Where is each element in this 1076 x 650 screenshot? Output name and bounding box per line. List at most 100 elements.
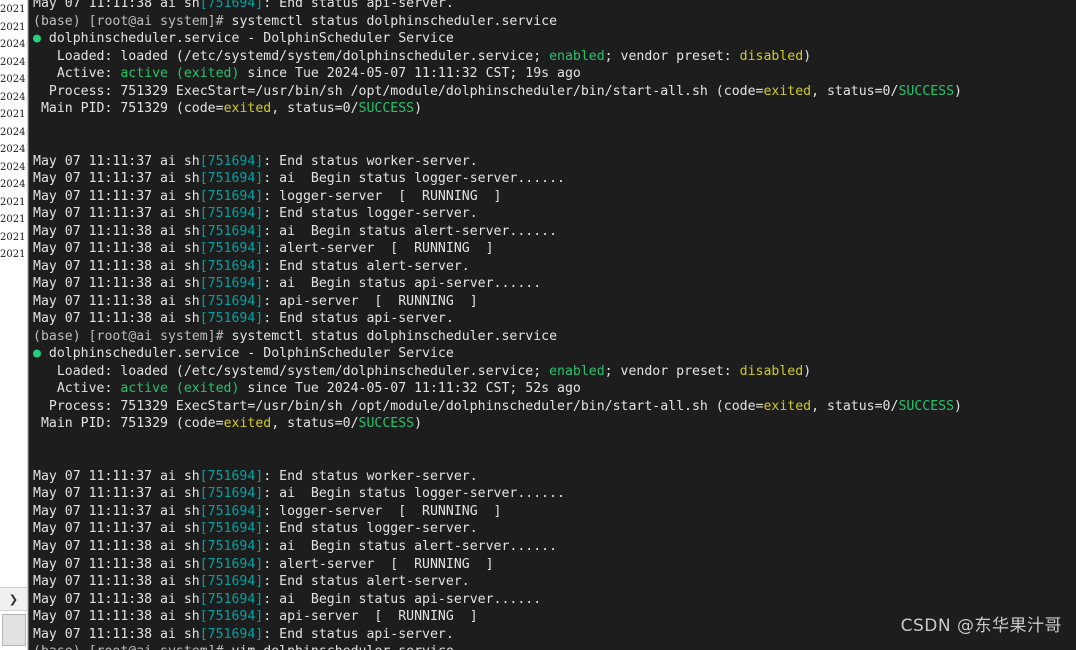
close-paren: )	[954, 398, 962, 414]
year-marker: 2021	[0, 231, 26, 243]
unit-description: dolphinscheduler.service - DolphinSchedu…	[48, 31, 454, 47]
active-state: active (exited)	[120, 66, 240, 82]
log-timestamp: May 07 11:11:37 ai sh	[33, 206, 200, 222]
field-value: 751329 ExecStart=/usr/bin/sh /opt/module…	[120, 83, 764, 99]
log-pid: [751694]	[199, 468, 264, 484]
log-message: : logger-server [ RUNNING ]	[263, 188, 502, 204]
log-timestamp: May 07 11:11:37 ai sh	[33, 503, 200, 519]
status-dot-icon: ●	[33, 346, 49, 362]
enabled-state: enabled	[549, 363, 605, 379]
log-timestamp: May 07 11:11:38 ai sh	[33, 538, 200, 554]
log-message: : ai Begin status alert-server......	[263, 223, 558, 239]
systemd-loaded-line: Loaded: loaded (/etc/systemd/system/dolp…	[33, 48, 1076, 66]
log-message: : ai Begin status logger-server......	[263, 486, 565, 502]
status-label: , status=0/	[271, 101, 359, 117]
systemd-loaded-line: Loaded: loaded (/etc/systemd/system/dolp…	[33, 363, 1076, 381]
exit-status-success: SUCCESS	[898, 398, 955, 414]
systemd-mainpid-line: Main PID: 751329 (code=exited, status=0/…	[33, 415, 1076, 433]
active-label: Active:	[33, 66, 121, 82]
log-message: : logger-server [ RUNNING ]	[263, 503, 502, 519]
year-marker: 2024	[0, 39, 26, 51]
systemd-active-line: Active: active (exited) since Tue 2024-0…	[33, 380, 1076, 398]
log-message: : End status api-server.	[263, 0, 454, 11]
log-timestamp: May 07 11:11:38 ai sh	[33, 293, 200, 309]
log-timestamp: May 07 11:11:38 ai sh	[33, 609, 200, 625]
terminal-command-line: (base) [root@ai system]# vim dolphinsche…	[33, 643, 1076, 650]
log-pid: [751694]	[199, 276, 264, 292]
log-pid: [751694]	[199, 609, 264, 625]
log-timestamp: May 07 11:11:38 ai sh	[33, 574, 200, 590]
log-timestamp: May 07 11:11:37 ai sh	[33, 521, 200, 537]
systemd-process-line: Process: 751329 ExecStart=/usr/bin/sh /o…	[33, 398, 1076, 416]
loaded-close-paren: )	[803, 48, 812, 64]
log-message: : End status logger-server.	[263, 521, 478, 537]
expand-panel-chevron-icon[interactable]: ❯	[0, 587, 27, 611]
exit-code-state: exited	[763, 398, 812, 414]
terminal-log-line: May 07 11:11:38 ai sh[751694]: api-serve…	[33, 608, 1076, 626]
log-timestamp: May 07 11:11:38 ai sh	[33, 311, 200, 327]
field-value: 751329 ExecStart=/usr/bin/sh /opt/module…	[120, 398, 764, 414]
terminal-log-line: May 07 11:11:37 ai sh[751694]: ai Begin …	[33, 485, 1076, 503]
shell-command: vim dolphinscheduler.service	[232, 644, 454, 650]
exit-status-success: SUCCESS	[358, 416, 415, 432]
log-timestamp: May 07 11:11:37 ai sh	[33, 171, 200, 187]
log-message: : End status api-server.	[263, 311, 454, 327]
log-timestamp: May 07 11:11:38 ai sh	[33, 591, 200, 607]
terminal-log-line: May 07 11:11:37 ai sh[751694]: End statu…	[33, 468, 1076, 486]
terminal-log-line: May 07 11:11:37 ai sh[751694]: logger-se…	[33, 188, 1076, 206]
vendor-preset-label: ; vendor preset:	[604, 48, 740, 64]
log-pid: [751694]	[199, 538, 264, 554]
log-message: : End status alert-server.	[263, 258, 470, 274]
loaded-close-paren: )	[803, 363, 812, 379]
terminal-log-line: May 07 11:11:38 ai sh[751694]: alert-ser…	[33, 240, 1076, 258]
terminal-log-line: May 07 11:11:38 ai sh[751694]: End statu…	[33, 573, 1076, 591]
terminal-log-line: May 07 11:11:38 ai sh[751694]: End statu…	[33, 626, 1076, 644]
log-pid: [751694]	[199, 258, 264, 274]
systemd-unit-header-line: ● dolphinscheduler.service - DolphinSche…	[33, 30, 1076, 48]
log-pid: [751694]	[199, 206, 264, 222]
log-timestamp: May 07 11:11:38 ai sh	[33, 241, 200, 257]
close-paren: )	[954, 83, 962, 99]
field-value: 751329 (code=	[120, 416, 224, 432]
log-message: : End status worker-server.	[263, 153, 478, 169]
log-message: : End status api-server.	[263, 626, 454, 642]
terminal-window[interactable]: May 07 11:11:38 ai sh[751694]: End statu…	[28, 0, 1076, 650]
left-gutter-panel: 2021 2021 2024 2024 2024 2024 2021 2024 2024 2024…	[0, 0, 28, 650]
log-message: : End status worker-server.	[263, 468, 478, 484]
year-marker: 2021	[0, 196, 26, 208]
shell-prompt: (base) [root@ai system]#	[33, 644, 232, 650]
year-marker: 2021	[0, 214, 26, 226]
gutter-placeholder-box	[1, 614, 26, 646]
gutter-bottom-controls: ❯	[0, 587, 27, 650]
log-pid: [751694]	[199, 171, 264, 187]
field-value: 751329 (code=	[120, 101, 224, 117]
field-label: Process:	[33, 398, 121, 414]
terminal-log-line: May 07 11:11:38 ai sh[751694]: ai Begin …	[33, 275, 1076, 293]
year-marker: 2021	[0, 109, 26, 121]
loaded-label: Loaded:	[33, 363, 121, 379]
log-message: : api-server [ RUNNING ]	[263, 609, 478, 625]
terminal-log-line: May 07 11:11:38 ai sh[751694]: ai Begin …	[33, 223, 1076, 241]
active-since: since Tue 2024-05-07 11:11:32 CST; 19s a…	[239, 66, 581, 82]
log-timestamp: May 07 11:11:37 ai sh	[33, 188, 200, 204]
vendor-preset-label: ; vendor preset:	[604, 363, 740, 379]
terminal-log-line: May 07 11:11:38 ai sh[751694]: ai Begin …	[33, 591, 1076, 609]
terminal-log-line: May 07 11:11:37 ai sh[751694]: logger-se…	[33, 503, 1076, 521]
loaded-path: loaded (/etc/systemd/system/dolphinsched…	[120, 363, 550, 379]
log-timestamp: May 07 11:11:38 ai sh	[33, 258, 200, 274]
log-timestamp: May 07 11:11:38 ai sh	[33, 276, 200, 292]
log-message: : alert-server [ RUNNING ]	[263, 556, 494, 572]
enabled-state: enabled	[549, 48, 605, 64]
year-marker: 2024	[0, 74, 26, 86]
terminal-log-line: May 07 11:11:38 ai sh[751694]: End statu…	[33, 0, 1076, 13]
systemd-process-line: Process: 751329 ExecStart=/usr/bin/sh /o…	[33, 83, 1076, 101]
log-timestamp: May 07 11:11:38 ai sh	[33, 223, 200, 239]
log-message: : alert-server [ RUNNING ]	[263, 241, 494, 257]
log-pid: [751694]	[199, 521, 264, 537]
log-timestamp: May 07 11:11:37 ai sh	[33, 468, 200, 484]
log-pid: [751694]	[199, 223, 264, 239]
shell-command: systemctl status dolphinscheduler.servic…	[231, 13, 558, 29]
